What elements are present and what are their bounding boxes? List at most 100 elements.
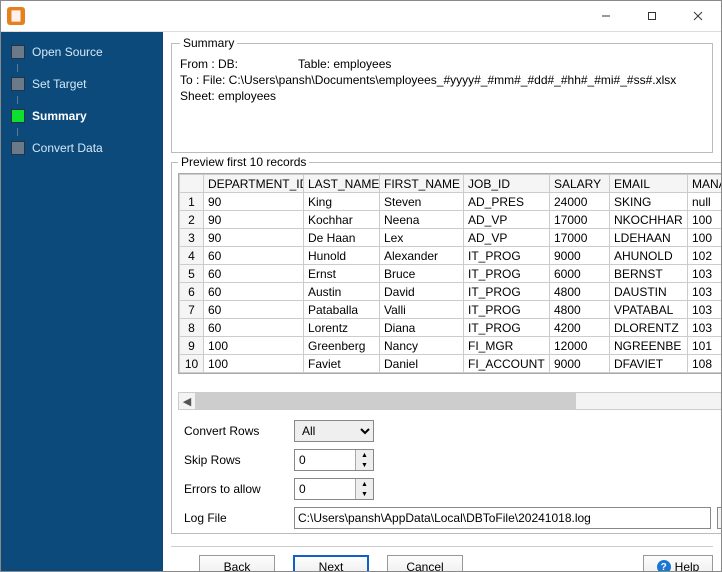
table-cell[interactable]: FI_MGR [464, 337, 550, 355]
table-row[interactable]: 290KochharNeenaAD_VP17000NKOCHHAR100 [180, 211, 722, 229]
convert-rows-select[interactable]: All [294, 420, 374, 442]
table-cell[interactable]: IT_PROG [464, 265, 550, 283]
cancel-button[interactable]: Cancel [387, 555, 463, 571]
table-cell[interactable]: 108 [688, 355, 722, 373]
table-cell[interactable]: 4200 [550, 319, 610, 337]
spin-up-icon[interactable]: ▲ [356, 450, 373, 460]
scroll-left-arrow[interactable]: ◀ [179, 393, 195, 409]
table-cell[interactable]: Nancy [380, 337, 464, 355]
scroll-thumb[interactable] [195, 393, 576, 409]
nav-step-convert-data[interactable]: Convert Data [1, 136, 163, 160]
table-row[interactable]: 190KingStevenAD_PRES24000SKINGnull [180, 193, 722, 211]
table-cell[interactable]: null [688, 193, 722, 211]
table-cell[interactable]: Neena [380, 211, 464, 229]
table-row[interactable]: 10100FavietDanielFI_ACCOUNT9000DFAVIET10… [180, 355, 722, 373]
table-cell[interactable]: 103 [688, 265, 722, 283]
table-cell[interactable]: Bruce [380, 265, 464, 283]
table-cell[interactable]: DFAVIET [610, 355, 688, 373]
table-row[interactable]: 660AustinDavidIT_PROG4800DAUSTIN103 [180, 283, 722, 301]
spin-up-icon[interactable]: ▲ [356, 479, 373, 489]
close-button[interactable] [675, 1, 721, 31]
table-cell[interactable]: 9000 [550, 247, 610, 265]
table-cell[interactable]: 60 [204, 283, 304, 301]
table-row[interactable]: 9100GreenbergNancyFI_MGR12000NGREENBE101 [180, 337, 722, 355]
table-cell[interactable]: Valli [380, 301, 464, 319]
table-cell[interactable]: IT_PROG [464, 283, 550, 301]
table-cell[interactable]: Lorentz [304, 319, 380, 337]
table-cell[interactable]: 103 [688, 319, 722, 337]
logfile-browse-button[interactable] [717, 507, 721, 529]
table-cell[interactable]: AHUNOLD [610, 247, 688, 265]
table-cell[interactable]: VPATABAL [610, 301, 688, 319]
table-cell[interactable]: SKING [610, 193, 688, 211]
column-header[interactable]: MANAG [688, 175, 722, 193]
table-cell[interactable]: AD_VP [464, 229, 550, 247]
spin-down-icon[interactable]: ▼ [356, 489, 373, 499]
scroll-track[interactable] [195, 393, 721, 409]
spin-down-icon[interactable]: ▼ [356, 460, 373, 470]
table-cell[interactable]: 24000 [550, 193, 610, 211]
table-cell[interactable]: Steven [380, 193, 464, 211]
column-header[interactable]: DEPARTMENT_ID [204, 175, 304, 193]
table-cell[interactable]: 90 [204, 211, 304, 229]
table-cell[interactable]: 90 [204, 193, 304, 211]
table-cell[interactable]: Ernst [304, 265, 380, 283]
table-cell[interactable]: Hunold [304, 247, 380, 265]
table-cell[interactable]: 12000 [550, 337, 610, 355]
table-cell[interactable]: NGREENBE [610, 337, 688, 355]
table-cell[interactable]: 9000 [550, 355, 610, 373]
nav-step-open-source[interactable]: Open Source [1, 40, 163, 64]
table-cell[interactable]: King [304, 193, 380, 211]
nav-step-set-target[interactable]: Set Target [1, 72, 163, 96]
table-cell[interactable]: 100 [204, 355, 304, 373]
column-header[interactable]: EMAIL [610, 175, 688, 193]
table-cell[interactable]: 60 [204, 301, 304, 319]
errors-input[interactable] [295, 479, 355, 499]
table-cell[interactable]: Austin [304, 283, 380, 301]
table-cell[interactable]: Diana [380, 319, 464, 337]
table-cell[interactable]: 4800 [550, 283, 610, 301]
table-cell[interactable]: LDEHAAN [610, 229, 688, 247]
table-cell[interactable]: DLORENTZ [610, 319, 688, 337]
table-cell[interactable]: 103 [688, 283, 722, 301]
table-cell[interactable]: 60 [204, 319, 304, 337]
maximize-button[interactable] [629, 1, 675, 31]
table-cell[interactable]: 103 [688, 301, 722, 319]
table-cell[interactable]: 17000 [550, 229, 610, 247]
skip-rows-input[interactable] [295, 450, 355, 470]
table-row[interactable]: 860LorentzDianaIT_PROG4200DLORENTZ103 [180, 319, 722, 337]
table-row[interactable]: 390De HaanLexAD_VP17000LDEHAAN100 [180, 229, 722, 247]
column-header[interactable]: FIRST_NAME [380, 175, 464, 193]
table-cell[interactable]: 17000 [550, 211, 610, 229]
column-header[interactable]: JOB_ID [464, 175, 550, 193]
table-cell[interactable]: Daniel [380, 355, 464, 373]
nav-step-summary[interactable]: Summary [1, 104, 163, 128]
table-cell[interactable]: IT_PROG [464, 247, 550, 265]
table-cell[interactable]: 100 [688, 229, 722, 247]
table-cell[interactable]: 4800 [550, 301, 610, 319]
table-cell[interactable]: 60 [204, 265, 304, 283]
table-row[interactable]: 760PataballaValliIT_PROG4800VPATABAL103 [180, 301, 722, 319]
logfile-input[interactable] [294, 507, 711, 529]
table-cell[interactable]: IT_PROG [464, 301, 550, 319]
table-cell[interactable]: 100 [204, 337, 304, 355]
table-cell[interactable]: 90 [204, 229, 304, 247]
table-cell[interactable]: Lex [380, 229, 464, 247]
table-cell[interactable]: David [380, 283, 464, 301]
table-row[interactable]: 460HunoldAlexanderIT_PROG9000AHUNOLD102 [180, 247, 722, 265]
table-cell[interactable]: 102 [688, 247, 722, 265]
table-cell[interactable]: IT_PROG [464, 319, 550, 337]
table-cell[interactable]: AD_VP [464, 211, 550, 229]
table-cell[interactable]: Greenberg [304, 337, 380, 355]
table-cell[interactable]: AD_PRES [464, 193, 550, 211]
table-cell[interactable]: NKOCHHAR [610, 211, 688, 229]
minimize-button[interactable] [583, 1, 629, 31]
table-cell[interactable]: Pataballa [304, 301, 380, 319]
skip-rows-spinner[interactable]: ▲ ▼ [294, 449, 374, 471]
horizontal-scrollbar[interactable]: ◀ ▶ [178, 392, 721, 410]
errors-spinner[interactable]: ▲ ▼ [294, 478, 374, 500]
table-cell[interactable]: Faviet [304, 355, 380, 373]
column-header[interactable]: SALARY [550, 175, 610, 193]
table-cell[interactable]: Kochhar [304, 211, 380, 229]
table-cell[interactable]: BERNST [610, 265, 688, 283]
